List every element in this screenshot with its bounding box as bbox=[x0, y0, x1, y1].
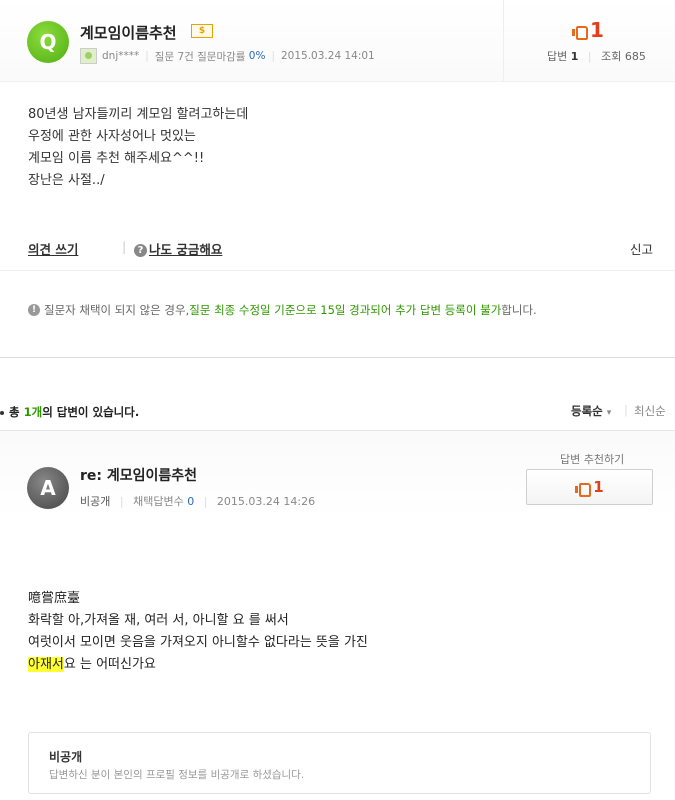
answer-body-line: 아재서요 는 어떠신가요 bbox=[28, 654, 368, 676]
question-stats-panel: 1 답변 1 | 조회 685 bbox=[503, 0, 675, 82]
meta-separator: | bbox=[587, 50, 592, 63]
question-stats-prefix: 질문 7건 질문마감률 bbox=[154, 50, 246, 63]
question-body-line: 우정에 관한 사자성어나 멋있는 bbox=[28, 129, 196, 144]
question-body-line: 계모임 이름 추천 해주세요^^!! bbox=[28, 151, 205, 166]
question-body-line: 장난은 사절../ bbox=[28, 173, 105, 188]
answers-count: 1 bbox=[570, 50, 579, 63]
divider bbox=[0, 357, 675, 358]
user-avatar-icon[interactable] bbox=[80, 48, 97, 64]
comment-link[interactable]: 의견 쓰기 bbox=[28, 239, 78, 258]
highlighted-text: 아재서 bbox=[28, 657, 64, 672]
answer-body: 噫嘗庶臺 화락할 아,가져올 재, 여러 서, 아니할 요 를 써서 여럿이서 … bbox=[28, 588, 368, 676]
answer-author: 비공개 bbox=[80, 495, 111, 508]
bullet-icon bbox=[0, 410, 4, 415]
answer-body-line: 여럿이서 모이면 웃음을 가져오지 아니할수 없다라는 뜻을 가진 bbox=[28, 635, 368, 650]
report-link[interactable]: 신고 bbox=[630, 239, 653, 258]
views-count: 685 bbox=[624, 50, 646, 63]
recommend-count: 1 bbox=[593, 478, 604, 496]
sort-label: 등록순 bbox=[571, 404, 603, 418]
question-mark-icon: ? bbox=[134, 244, 147, 257]
notice-suffix: 합니다. bbox=[501, 303, 537, 317]
private-description: 답변하신 분이 본인의 프로필 정보를 비공개로 하셨습니다. bbox=[49, 769, 305, 781]
private-title: 비공개 bbox=[49, 750, 83, 764]
answer-count-text: 총 1개의 답변이 있습니다. bbox=[0, 404, 139, 420]
thumbs-up-icon bbox=[572, 24, 588, 40]
question-badge-icon: Q bbox=[27, 21, 69, 63]
private-profile-box: 비공개 답변하신 분이 본인의 프로필 정보를 비공개로 하셨습니다. bbox=[28, 732, 651, 794]
question-header: Q 계모임이름추천 $ dnj**** | 질문 7건 질문마감률 0% | 2… bbox=[0, 0, 675, 82]
recommend-label: 답변 추천하기 bbox=[560, 453, 625, 466]
answer-title: re: 계모임이름추천 bbox=[80, 468, 198, 484]
question-vote[interactable]: 1 bbox=[572, 18, 604, 42]
chevron-down-icon: ▾ bbox=[606, 408, 612, 418]
meta-separator: | bbox=[145, 50, 149, 62]
answer-count-prefix: 총 bbox=[9, 405, 24, 419]
meta-separator: | bbox=[271, 50, 275, 62]
views-label: 조회 bbox=[601, 50, 622, 63]
divider bbox=[0, 270, 675, 271]
question-body: 80년생 남자들끼리 계모임 할려고하는데 우정에 관한 사자성어나 멋있는 계… bbox=[28, 104, 248, 192]
answers-bar: 총 1개의 답변이 있습니다. 등록순 ▾ | 최신순 bbox=[0, 400, 675, 430]
sort-by-latest[interactable]: 최신순 bbox=[634, 403, 666, 419]
bounty-badge: $ bbox=[191, 24, 213, 38]
vote-count: 1 bbox=[590, 18, 604, 42]
question-date: 2015.03.24 14:01 bbox=[281, 50, 375, 62]
answer-header: A re: 계모임이름추천 비공개 | 채택답변수 0 | 2015.03.24… bbox=[0, 430, 675, 518]
answers-label: 답변 bbox=[547, 50, 568, 63]
action-separator: | bbox=[122, 239, 127, 254]
question-actions: 의견 쓰기 | ? 나도 궁금해요 신고 bbox=[28, 239, 653, 259]
question-author[interactable]: dnj**** bbox=[102, 50, 139, 62]
question-title: 계모임이름추천 bbox=[80, 24, 177, 42]
answer-body-rest: 요 는 어떠신가요 bbox=[63, 657, 156, 672]
selected-label: 채택답변수 bbox=[133, 495, 184, 508]
answer-closed-notice: ! 질문자 채택이 되지 않은 경우, 질문 최종 수정일 기준으로 15일 경… bbox=[28, 302, 537, 318]
close-rate: 0% bbox=[248, 50, 266, 62]
sort-separator: | bbox=[624, 403, 628, 417]
answer-body-line: 噫嘗庶臺 bbox=[28, 591, 81, 606]
question-meta: dnj**** | 질문 7건 질문마감률 0% | 2015.03.24 14… bbox=[80, 48, 375, 64]
answer-date: 2015.03.24 14:26 bbox=[216, 495, 316, 508]
warning-icon: ! bbox=[28, 304, 40, 316]
answer-badge-icon: A bbox=[27, 467, 69, 509]
answer-body-line: 화락할 아,가져올 재, 여러 서, 아니할 요 를 써서 bbox=[28, 613, 289, 628]
curious-button[interactable]: ? 나도 궁금해요 bbox=[134, 239, 222, 258]
curious-label: 나도 궁금해요 bbox=[149, 242, 223, 257]
notice-highlight: 질문 최종 수정일 기준으로 15일 경과되어 추가 답변 등록이 불가 bbox=[189, 303, 502, 317]
sort-by-registered[interactable]: 등록순 ▾ bbox=[571, 403, 611, 419]
meta-separator: | bbox=[119, 495, 124, 508]
answer-count-suffix: 의 답변이 있습니다. bbox=[42, 405, 140, 419]
answer-meta: 비공개 | 채택답변수 0 | 2015.03.24 14:26 bbox=[80, 493, 315, 509]
notice-prefix: 질문자 채택이 되지 않은 경우, bbox=[44, 303, 190, 317]
question-counts: 답변 1 | 조회 685 bbox=[547, 48, 646, 64]
thumbs-up-icon bbox=[575, 481, 592, 497]
question-body-line: 80년생 남자들끼리 계모임 할려고하는데 bbox=[28, 107, 249, 122]
recommend-button[interactable]: 1 bbox=[526, 469, 653, 505]
selected-count: 0 bbox=[187, 495, 195, 508]
answer-count: 1개 bbox=[23, 405, 43, 419]
meta-separator: | bbox=[203, 495, 208, 508]
